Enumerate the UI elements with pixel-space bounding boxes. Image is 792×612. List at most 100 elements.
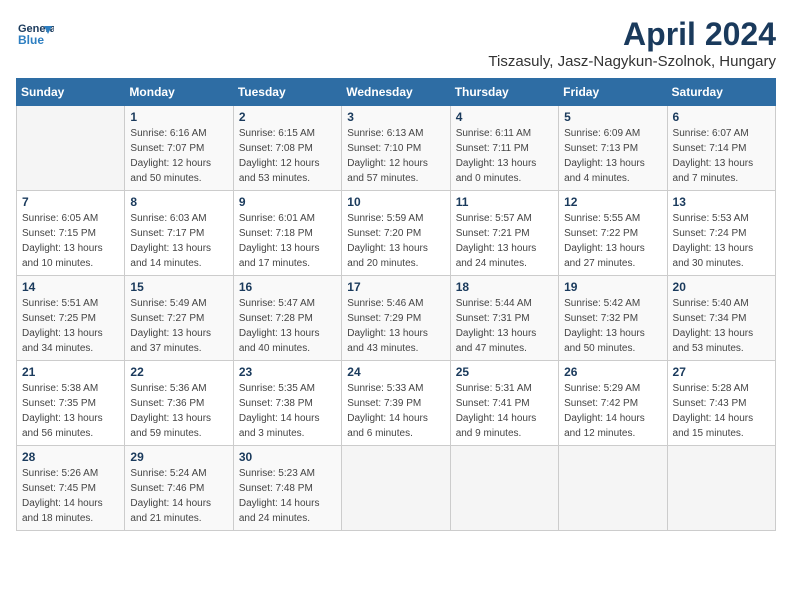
day-number: 7 bbox=[22, 195, 119, 209]
page-subtitle: Tiszasuly, Jasz-Nagykun-Szolnok, Hungary bbox=[488, 53, 776, 70]
calendar-cell: 18 Sunrise: 5:44 AMSunset: 7:31 PMDayligh… bbox=[450, 276, 558, 361]
weekday-header-monday: Monday bbox=[125, 79, 233, 106]
day-info: Sunrise: 6:01 AMSunset: 7:18 PMDaylight:… bbox=[239, 211, 336, 271]
day-number: 27 bbox=[673, 365, 770, 379]
calendar-table: SundayMondayTuesdayWednesdayThursdayFrid… bbox=[16, 78, 776, 531]
day-info: Sunrise: 5:42 AMSunset: 7:32 PMDaylight:… bbox=[564, 296, 661, 356]
day-info: Sunrise: 6:05 AMSunset: 7:15 PMDaylight:… bbox=[22, 211, 119, 271]
day-number: 13 bbox=[673, 195, 770, 209]
calendar-cell: 21 Sunrise: 5:38 AMSunset: 7:35 PMDayligh… bbox=[17, 361, 125, 446]
calendar-cell: 24Sunrise: 5:33 AMSunset: 7:39 PMDayligh… bbox=[342, 361, 450, 446]
day-info: Sunrise: 5:38 AMSunset: 7:35 PMDaylight:… bbox=[22, 381, 119, 441]
calendar-cell: 7 Sunrise: 6:05 AMSunset: 7:15 PMDaylight… bbox=[17, 191, 125, 276]
logo: General Blue bbox=[16, 16, 54, 54]
day-number: 26 bbox=[564, 365, 661, 379]
weekday-header-wednesday: Wednesday bbox=[342, 79, 450, 106]
calendar-cell: 23 Sunrise: 5:35 AMSunset: 7:38 PMDayligh… bbox=[233, 361, 341, 446]
day-info: Sunrise: 6:09 AMSunset: 7:13 PMDaylight:… bbox=[564, 126, 661, 186]
calendar-cell: 14Sunrise: 5:51 AMSunset: 7:25 PMDayligh… bbox=[17, 276, 125, 361]
calendar-cell bbox=[667, 446, 775, 531]
calendar-week-row: 1 Sunrise: 6:16 AMSunset: 7:07 PMDaylight… bbox=[17, 106, 776, 191]
day-info: Sunrise: 6:11 AMSunset: 7:11 PMDaylight:… bbox=[456, 126, 553, 186]
day-number: 17 bbox=[347, 280, 444, 294]
day-number: 25 bbox=[456, 365, 553, 379]
day-number: 2 bbox=[239, 110, 336, 124]
day-number: 21 bbox=[22, 365, 119, 379]
day-info: Sunrise: 6:13 AMSunset: 7:10 PMDaylight:… bbox=[347, 126, 444, 186]
weekday-header-thursday: Thursday bbox=[450, 79, 558, 106]
day-info: Sunrise: 5:44 AMSunset: 7:31 PMDaylight:… bbox=[456, 296, 553, 356]
calendar-cell bbox=[450, 446, 558, 531]
calendar-cell: 3 Sunrise: 6:13 AMSunset: 7:10 PMDaylight… bbox=[342, 106, 450, 191]
calendar-cell bbox=[559, 446, 667, 531]
day-number: 11 bbox=[456, 195, 553, 209]
day-number: 9 bbox=[239, 195, 336, 209]
calendar-week-row: 7 Sunrise: 6:05 AMSunset: 7:15 PMDaylight… bbox=[17, 191, 776, 276]
calendar-cell: 13 Sunrise: 5:53 AMSunset: 7:24 PMDayligh… bbox=[667, 191, 775, 276]
calendar-cell: 22 Sunrise: 5:36 AMSunset: 7:36 PMDayligh… bbox=[125, 361, 233, 446]
day-info: Sunrise: 5:23 AMSunset: 7:48 PMDaylight:… bbox=[239, 466, 336, 526]
day-number: 14 bbox=[22, 280, 119, 294]
day-number: 23 bbox=[239, 365, 336, 379]
day-info: Sunrise: 5:36 AMSunset: 7:36 PMDaylight:… bbox=[130, 381, 227, 441]
day-number: 1 bbox=[130, 110, 227, 124]
calendar-cell: 17 Sunrise: 5:46 AMSunset: 7:29 PMDayligh… bbox=[342, 276, 450, 361]
day-info: Sunrise: 5:40 AMSunset: 7:34 PMDaylight:… bbox=[673, 296, 770, 356]
day-info: Sunrise: 5:46 AMSunset: 7:29 PMDaylight:… bbox=[347, 296, 444, 356]
day-info: Sunrise: 5:35 AMSunset: 7:38 PMDaylight:… bbox=[239, 381, 336, 441]
calendar-cell: 9 Sunrise: 6:01 AMSunset: 7:18 PMDaylight… bbox=[233, 191, 341, 276]
calendar-cell: 1 Sunrise: 6:16 AMSunset: 7:07 PMDaylight… bbox=[125, 106, 233, 191]
title-area: April 2024 Tiszasuly, Jasz-Nagykun-Szoln… bbox=[488, 16, 776, 70]
svg-text:Blue: Blue bbox=[18, 33, 44, 47]
calendar-cell bbox=[17, 106, 125, 191]
day-number: 30 bbox=[239, 450, 336, 464]
day-number: 6 bbox=[673, 110, 770, 124]
weekday-header-friday: Friday bbox=[559, 79, 667, 106]
calendar-week-row: 14Sunrise: 5:51 AMSunset: 7:25 PMDayligh… bbox=[17, 276, 776, 361]
day-number: 22 bbox=[130, 365, 227, 379]
calendar-cell: 16 Sunrise: 5:47 AMSunset: 7:28 PMDayligh… bbox=[233, 276, 341, 361]
calendar-cell: 20 Sunrise: 5:40 AMSunset: 7:34 PMDayligh… bbox=[667, 276, 775, 361]
calendar-cell: 30 Sunrise: 5:23 AMSunset: 7:48 PMDayligh… bbox=[233, 446, 341, 531]
day-number: 4 bbox=[456, 110, 553, 124]
page-title: April 2024 bbox=[488, 16, 776, 53]
day-info: Sunrise: 5:59 AMSunset: 7:20 PMDaylight:… bbox=[347, 211, 444, 271]
calendar-cell: 27 Sunrise: 5:28 AMSunset: 7:43 PMDayligh… bbox=[667, 361, 775, 446]
day-info: Sunrise: 5:47 AMSunset: 7:28 PMDaylight:… bbox=[239, 296, 336, 356]
day-info: Sunrise: 5:53 AMSunset: 7:24 PMDaylight:… bbox=[673, 211, 770, 271]
day-info: Sunrise: 6:16 AMSunset: 7:07 PMDaylight:… bbox=[130, 126, 227, 186]
day-number: 28 bbox=[22, 450, 119, 464]
calendar-cell: 5 Sunrise: 6:09 AMSunset: 7:13 PMDaylight… bbox=[559, 106, 667, 191]
day-info: Sunrise: 6:15 AMSunset: 7:08 PMDaylight:… bbox=[239, 126, 336, 186]
day-info: Sunrise: 5:24 AMSunset: 7:46 PMDaylight:… bbox=[130, 466, 227, 526]
day-number: 12 bbox=[564, 195, 661, 209]
day-number: 20 bbox=[673, 280, 770, 294]
day-number: 5 bbox=[564, 110, 661, 124]
logo-icon: General Blue bbox=[16, 16, 54, 54]
day-number: 29 bbox=[130, 450, 227, 464]
calendar-cell: 15 Sunrise: 5:49 AMSunset: 7:27 PMDayligh… bbox=[125, 276, 233, 361]
day-info: Sunrise: 5:49 AMSunset: 7:27 PMDaylight:… bbox=[130, 296, 227, 356]
day-number: 18 bbox=[456, 280, 553, 294]
day-info: Sunrise: 5:31 AMSunset: 7:41 PMDaylight:… bbox=[456, 381, 553, 441]
day-info: Sunrise: 5:33 AMSunset: 7:39 PMDaylight:… bbox=[347, 381, 444, 441]
day-info: Sunrise: 5:28 AMSunset: 7:43 PMDaylight:… bbox=[673, 381, 770, 441]
day-number: 3 bbox=[347, 110, 444, 124]
calendar-cell: 8 Sunrise: 6:03 AMSunset: 7:17 PMDaylight… bbox=[125, 191, 233, 276]
calendar-cell: 11Sunrise: 5:57 AMSunset: 7:21 PMDayligh… bbox=[450, 191, 558, 276]
day-number: 19 bbox=[564, 280, 661, 294]
weekday-header-saturday: Saturday bbox=[667, 79, 775, 106]
day-info: Sunrise: 6:03 AMSunset: 7:17 PMDaylight:… bbox=[130, 211, 227, 271]
weekday-header-row: SundayMondayTuesdayWednesdayThursdayFrid… bbox=[17, 79, 776, 106]
calendar-cell bbox=[342, 446, 450, 531]
calendar-week-row: 21 Sunrise: 5:38 AMSunset: 7:35 PMDayligh… bbox=[17, 361, 776, 446]
calendar-cell: 6Sunrise: 6:07 AMSunset: 7:14 PMDaylight… bbox=[667, 106, 775, 191]
day-number: 16 bbox=[239, 280, 336, 294]
header: General Blue April 2024 Tiszasuly, Jasz-… bbox=[16, 16, 776, 70]
day-number: 15 bbox=[130, 280, 227, 294]
calendar-cell: 28Sunrise: 5:26 AMSunset: 7:45 PMDayligh… bbox=[17, 446, 125, 531]
calendar-cell: 10Sunrise: 5:59 AMSunset: 7:20 PMDayligh… bbox=[342, 191, 450, 276]
day-number: 8 bbox=[130, 195, 227, 209]
calendar-cell: 19 Sunrise: 5:42 AMSunset: 7:32 PMDayligh… bbox=[559, 276, 667, 361]
calendar-cell: 4 Sunrise: 6:11 AMSunset: 7:11 PMDaylight… bbox=[450, 106, 558, 191]
